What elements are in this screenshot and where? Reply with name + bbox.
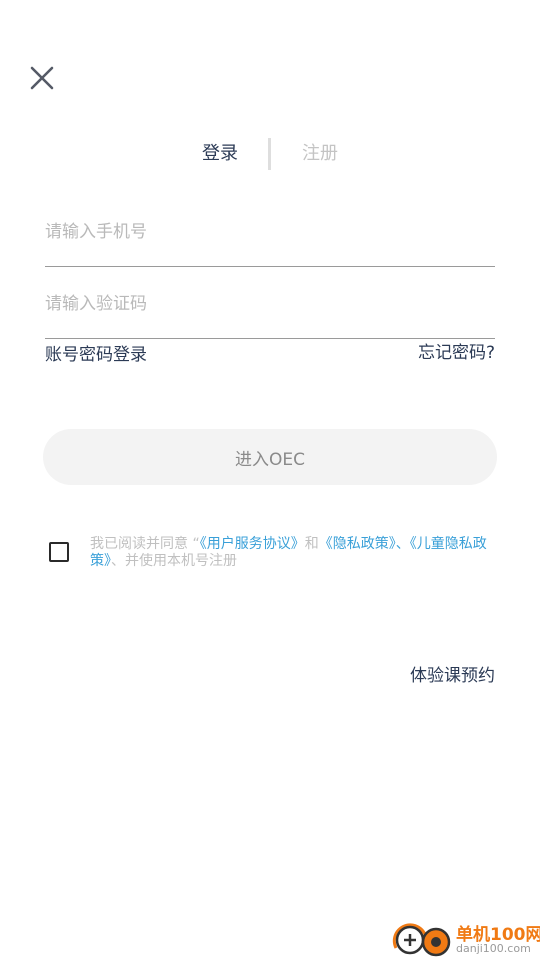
- trial-booking-link[interactable]: 体验课预约: [410, 661, 495, 686]
- password-login-link[interactable]: 账号密码登录: [45, 340, 147, 365]
- agreement-prefix: 我已阅读并同意 “: [90, 536, 200, 552]
- enter-oec-button[interactable]: 进入OEC: [43, 429, 497, 485]
- tab-divider: [268, 138, 271, 170]
- agreement-suffix: 、并使用本机号注册: [111, 553, 237, 569]
- watermark-logo-icon: [392, 923, 451, 957]
- phone-input[interactable]: [45, 206, 495, 267]
- user-agreement-link[interactable]: 《用户服务协议》: [200, 536, 305, 552]
- tab-register[interactable]: 注册: [302, 142, 338, 166]
- tab-login[interactable]: 登录: [202, 142, 238, 166]
- privacy-policy-link[interactable]: 《隐私政策》: [319, 536, 396, 552]
- agreement-and: 和: [304, 536, 319, 552]
- watermark: 单机100网 danji100.com: [390, 918, 540, 960]
- forgot-password-link[interactable]: 忘记密码?: [418, 338, 495, 363]
- agreement-separator: 、: [395, 536, 410, 552]
- verification-code-input[interactable]: [45, 278, 495, 339]
- auth-tabs: 登录 注册: [0, 136, 540, 172]
- auth-links-row: 账号密码登录 忘记密码?: [45, 338, 495, 365]
- agreement-text: 我已阅读并同意 “《用户服务协议》和《隐私政策》、《儿童隐私政策》、并使用本机号…: [90, 536, 495, 570]
- agreement-checkbox[interactable]: [49, 542, 69, 562]
- watermark-domain: danji100.com: [456, 942, 531, 955]
- close-icon[interactable]: [26, 62, 58, 94]
